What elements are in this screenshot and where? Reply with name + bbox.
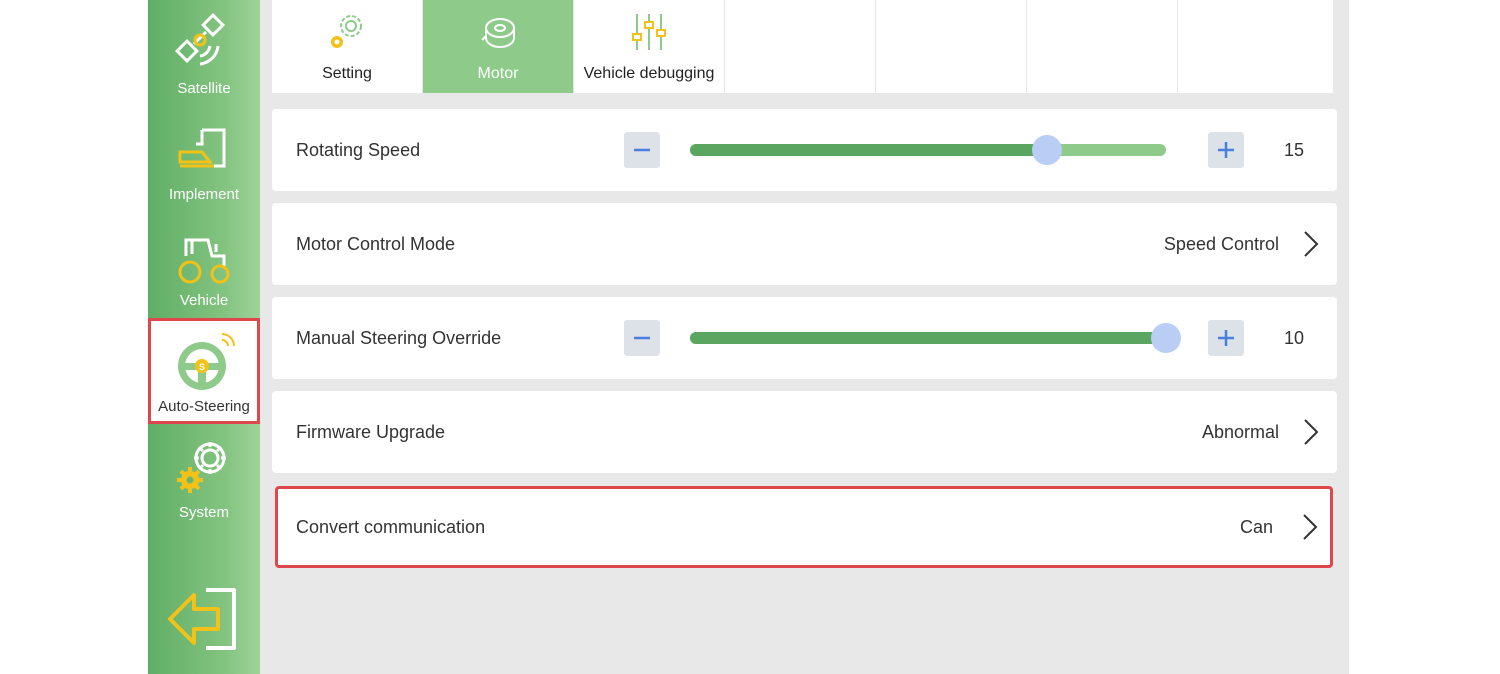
slider-fill — [690, 144, 1047, 156]
minus-icon — [634, 148, 650, 152]
chevron-right-icon[interactable] — [1301, 417, 1321, 447]
tab-label: Setting — [322, 65, 372, 82]
tab-empty — [876, 0, 1027, 93]
implement-icon — [178, 128, 226, 168]
tab-vehicle-debugging[interactable]: Vehicle debugging — [574, 0, 725, 93]
tab-label: Motor — [477, 65, 519, 82]
rotating-speed-value: 15 — [1283, 140, 1305, 160]
rotating-speed-increase-button[interactable] — [1208, 132, 1244, 168]
tab-bar: Setting Motor Vehicle debugging — [272, 0, 1333, 93]
tab-label: Vehicle debugging — [583, 65, 715, 82]
slider-fill — [690, 332, 1166, 344]
rotating-speed-row: Rotating Speed 15 — [272, 109, 1337, 191]
sidebar-item-label: Implement — [168, 186, 240, 203]
steering-wheel-icon: S — [178, 333, 235, 390]
convert-communication-row[interactable]: Convert communication Can — [275, 486, 1333, 568]
rotating-speed-decrease-button[interactable] — [624, 132, 660, 168]
gear-icon — [331, 15, 362, 48]
svg-text:S: S — [199, 362, 205, 372]
plus-icon — [1218, 330, 1234, 346]
sidebar: Satellite Implement Vehicle S Auto-Steer… — [148, 0, 260, 674]
app-window: Satellite Implement Vehicle S Auto-Steer… — [148, 0, 1349, 674]
slider-thumb[interactable] — [1032, 135, 1062, 165]
tab-setting[interactable]: Setting — [272, 0, 423, 93]
motor-icon — [481, 18, 515, 48]
tractor-icon — [178, 238, 230, 284]
tab-motor[interactable]: Motor — [423, 0, 574, 93]
manual-steering-override-row: Manual Steering Override 10 — [272, 297, 1337, 379]
back-arrow-icon[interactable] — [166, 586, 242, 652]
slider-thumb[interactable] — [1151, 323, 1181, 353]
manual-steering-slider[interactable] — [690, 323, 1181, 353]
rotating-speed-label: Rotating Speed — [296, 140, 421, 160]
plus-icon — [1218, 142, 1234, 158]
tab-empty — [1027, 0, 1178, 93]
rotating-speed-slider[interactable] — [690, 135, 1166, 165]
sidebar-item-vehicle[interactable]: Vehicle — [148, 212, 260, 318]
gear-icon — [177, 442, 226, 493]
motor-control-mode-row[interactable]: Motor Control Mode Speed Control — [272, 203, 1337, 285]
convert-communication-value: Can — [1239, 517, 1273, 537]
manual-steering-increase-button[interactable] — [1208, 320, 1244, 356]
manual-steering-override-label: Manual Steering Override — [296, 328, 502, 348]
manual-steering-value: 10 — [1283, 328, 1305, 348]
sidebar-item-label: Auto-Steering — [158, 398, 250, 415]
tab-empty — [1178, 0, 1329, 93]
manual-steering-decrease-button[interactable] — [624, 320, 660, 356]
sidebar-item-implement[interactable]: Implement — [148, 106, 260, 212]
tab-empty — [725, 0, 876, 93]
chevron-right-icon[interactable] — [1301, 229, 1321, 259]
motor-control-mode-label: Motor Control Mode — [296, 234, 456, 254]
sidebar-item-satellite[interactable]: Satellite — [148, 0, 260, 106]
sidebar-item-system[interactable]: System — [148, 424, 260, 530]
firmware-upgrade-value: Abnormal — [1201, 422, 1279, 442]
firmware-upgrade-row[interactable]: Firmware Upgrade Abnormal — [272, 391, 1337, 473]
chevron-right-icon[interactable] — [1300, 512, 1320, 542]
sidebar-item-auto-steering[interactable]: S Auto-Steering — [148, 318, 260, 424]
sliders-icon — [632, 14, 666, 50]
firmware-upgrade-label: Firmware Upgrade — [296, 422, 446, 442]
satellite-icon — [174, 12, 226, 66]
motor-control-mode-value: Speed Control — [1163, 234, 1279, 254]
sidebar-item-label: Vehicle — [179, 292, 229, 309]
sidebar-item-label: System — [178, 504, 229, 521]
convert-communication-label: Convert communication — [296, 517, 486, 537]
sidebar-item-label: Satellite — [177, 80, 231, 97]
minus-icon — [634, 336, 650, 340]
